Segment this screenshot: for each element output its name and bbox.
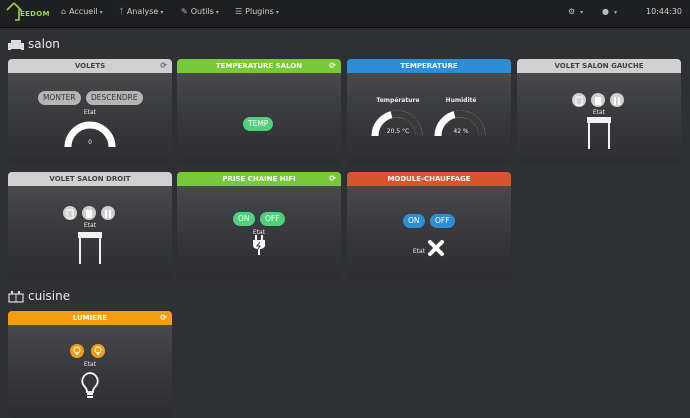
shutter-closed-icon	[595, 97, 601, 105]
widget-module-chauffage: MODULE-CHAUFFAGE ON OFF Etat	[347, 172, 511, 280]
volet-stop-button[interactable]	[82, 206, 96, 220]
volet-droit-state-label: Etat	[83, 222, 97, 229]
caret-down-icon: ▾	[613, 9, 617, 16]
volet-stop-button[interactable]	[591, 93, 605, 107]
clock: 10:44:30	[646, 7, 682, 16]
monter-button[interactable]: MONTER	[38, 91, 81, 105]
widget-volet-salon-gauche-title: VOLET SALON GAUCHE	[554, 62, 644, 70]
widget-prise-chaine-hifi-title: PRISE CHAINE HIFI	[222, 175, 296, 183]
menu-analyse-label: Analyse	[126, 7, 159, 16]
widget-volets-title: VOLETS	[74, 62, 106, 70]
menu-outils-label: Outils	[190, 7, 214, 16]
humidity-gauge-label: Humidité	[445, 97, 477, 104]
widget-lumiere: LUMIERE ⟳ Etat	[8, 311, 172, 418]
light-on-button[interactable]	[70, 344, 84, 358]
shutter-open-icon	[66, 209, 74, 219]
widget-volet-salon-droit-title: VOLET SALON DROIT	[49, 175, 131, 183]
top-navbar: EEDOM ⌂ Accueil ▾ ᛉ Analyse ▾ ✎ Outils ▾ ☰ Plug…	[0, 0, 690, 28]
widget-temperature-salon-title: TEMPERATURE SALON	[215, 62, 303, 70]
section-salon-label: salon	[28, 37, 60, 51]
widget-volet-salon-droit-header: VOLET SALON DROIT	[8, 172, 172, 186]
kitchen-icon	[8, 290, 24, 303]
widget-temperature: TEMPERATURE Température 20.5 °C Humidité…	[347, 59, 511, 165]
widget-volets: VOLETS ⟳ MONTER DESCENDRE Etat 0	[8, 59, 172, 165]
menu-accueil-label: Accueil	[69, 7, 98, 16]
caret-down-icon: ▾	[160, 9, 164, 16]
widget-volet-salon-gauche: VOLET SALON GAUCHE Etat	[517, 59, 681, 165]
shutter-state-icon	[78, 232, 102, 264]
lightbulb-off-icon	[94, 346, 102, 355]
pause-icon	[105, 210, 111, 218]
volets-gauge-value: 0	[88, 139, 92, 146]
widget-lumiere-header: LUMIERE ⟳	[8, 311, 172, 325]
menu-accueil[interactable]: ⌂ Accueil ▾	[61, 7, 103, 16]
light-off-button[interactable]	[91, 344, 105, 358]
volet-gauche-state-label: Etat	[592, 109, 606, 116]
jeedom-logo[interactable]: EEDOM	[6, 2, 50, 24]
widget-temperature-salon: TEMPERATURE SALON ⟳ TEMP	[177, 59, 341, 165]
section-cuisine-title: cuisine	[8, 289, 70, 303]
menu-plugins[interactable]: ☰ Plugins ▾	[235, 7, 279, 16]
widget-module-chauffage-title: MODULE-CHAUFFAGE	[387, 175, 471, 183]
user-menu[interactable]: ● ▾	[602, 7, 617, 16]
widget-volet-salon-droit: VOLET SALON DROIT Etat	[8, 172, 172, 280]
shutter-closed-icon	[86, 210, 92, 218]
logo-text: EEDOM	[20, 10, 50, 18]
refresh-icon[interactable]: ⟳	[329, 59, 336, 73]
tasks-icon: ☰	[235, 7, 243, 16]
temperature-gauge-value: 20.5 °C	[386, 128, 410, 135]
refresh-icon[interactable]: ⟳	[160, 59, 167, 73]
section-salon-title: salon	[8, 37, 60, 51]
sofa-icon	[8, 39, 24, 50]
menu-analyse[interactable]: ᛉ Analyse ▾	[119, 7, 163, 16]
wrench-icon: ✎	[181, 7, 188, 16]
widget-lumiere-title: LUMIERE	[72, 314, 108, 322]
cogs-icon: ⚙	[568, 7, 576, 16]
volets-state-label: Etat	[83, 109, 97, 116]
refresh-icon[interactable]: ⟳	[160, 311, 167, 325]
lightbulb-icon	[81, 372, 99, 398]
user-icon: ●	[602, 7, 609, 16]
descendre-button[interactable]: DESCENDRE	[86, 91, 143, 105]
close-icon	[428, 240, 444, 256]
menu-outils[interactable]: ✎ Outils ▾	[181, 7, 219, 16]
settings-menu[interactable]: ⚙ ▾	[568, 7, 583, 16]
temperature-gauge-label: Température	[376, 97, 420, 104]
caret-down-icon: ▾	[580, 9, 584, 16]
hifi-on-button[interactable]: ON	[233, 212, 255, 226]
volet-pause-button[interactable]	[101, 206, 115, 220]
chauffage-off-button[interactable]: OFF	[430, 214, 455, 228]
chauffage-on-button[interactable]: ON	[403, 214, 425, 228]
widget-temperature-title: TEMPERATURE	[400, 62, 458, 70]
hifi-off-button[interactable]: OFF	[260, 212, 285, 226]
humidity-gauge-value: 42 %	[453, 128, 469, 135]
caret-down-icon: ▾	[99, 9, 103, 16]
lightbulb-on-icon	[73, 346, 81, 355]
home-icon: ⌂	[61, 7, 67, 16]
volet-up-button[interactable]	[63, 206, 77, 220]
volet-pause-button[interactable]	[610, 93, 624, 107]
widget-prise-chaine-hifi: PRISE CHAINE HIFI ⟳ ON OFF Etat	[177, 172, 341, 280]
widget-volet-salon-gauche-header: VOLET SALON GAUCHE	[517, 59, 681, 73]
section-cuisine-label: cuisine	[28, 289, 71, 303]
widget-volets-header: VOLETS ⟳	[8, 59, 172, 73]
caret-down-icon: ▾	[215, 9, 219, 16]
widget-prise-chaine-hifi-header: PRISE CHAINE HIFI ⟳	[177, 172, 341, 186]
light-state-label: Etat	[83, 361, 97, 368]
shutter-open-icon	[575, 96, 583, 106]
widget-module-chauffage-header: MODULE-CHAUFFAGE	[347, 172, 511, 186]
plug-icon	[253, 235, 265, 255]
menu-plugins-label: Plugins	[245, 7, 274, 16]
shutter-state-icon	[587, 117, 611, 149]
pause-icon	[614, 97, 620, 105]
refresh-icon[interactable]: ⟳	[329, 172, 336, 186]
stethoscope-icon: ᛉ	[119, 7, 124, 16]
temp-button[interactable]: TEMP	[243, 117, 274, 131]
widget-temperature-salon-header: TEMPERATURE SALON ⟳	[177, 59, 341, 73]
caret-down-icon: ▾	[275, 9, 279, 16]
chauffage-state-label: Etat	[412, 248, 426, 255]
volet-up-button[interactable]	[572, 93, 586, 107]
widget-temperature-header: TEMPERATURE	[347, 59, 511, 73]
